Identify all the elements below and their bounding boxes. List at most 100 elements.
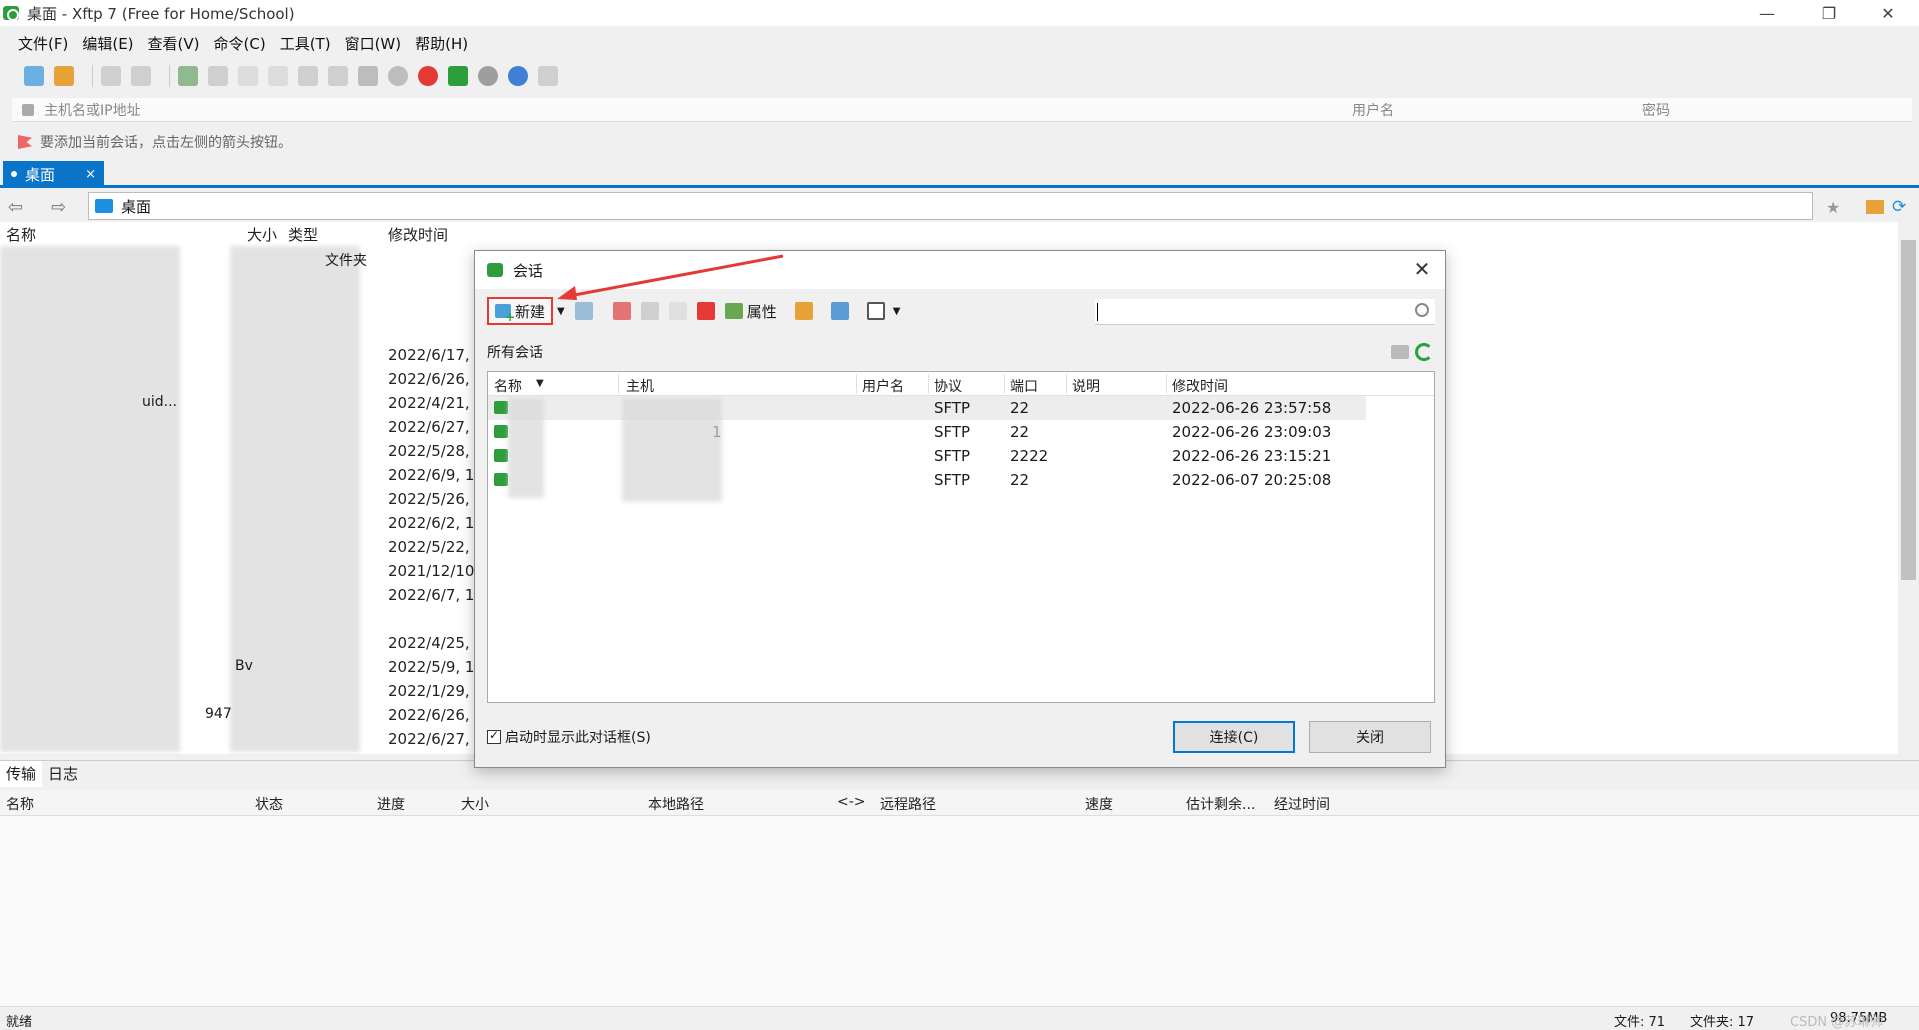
transfer-col-eta[interactable]: 估计剩余...: [1186, 794, 1255, 814]
transfer-col-speed[interactable]: 速度: [1085, 794, 1113, 814]
session-icon: [494, 473, 508, 486]
col-size[interactable]: 大小: [247, 222, 277, 246]
file-date: 2021/12/10,: [388, 562, 480, 580]
tab-log[interactable]: 日志: [42, 761, 84, 787]
find-icon[interactable]: [574, 302, 593, 320]
menu-view[interactable]: 查看(V): [148, 33, 200, 54]
help-icon[interactable]: [508, 66, 528, 86]
menu-tools[interactable]: 工具(T): [280, 33, 331, 54]
new-folder-icon[interactable]: [1391, 345, 1409, 359]
col-protocol[interactable]: 协议: [934, 376, 962, 396]
session-port: 2222: [1010, 447, 1049, 465]
host-input[interactable]: 主机名或IP地址: [44, 100, 1364, 120]
csdn-watermark: CSDN @苏琳帅: [1790, 1015, 1884, 1030]
session-row[interactable]: 1 SFTP 22 2022-06-26 23:09:03: [488, 420, 1366, 444]
transfer-col-status[interactable]: 状态: [255, 794, 283, 814]
checkbox-box[interactable]: [487, 728, 501, 744]
close-window-button[interactable]: ✕: [1862, 0, 1914, 26]
tab-close-button[interactable]: ×: [85, 167, 96, 182]
col-host[interactable]: 主机: [626, 376, 654, 396]
new-file-icon[interactable]: [178, 66, 198, 86]
refresh-icon[interactable]: [1415, 343, 1433, 361]
forward-arrow-icon[interactable]: ⇨: [51, 197, 66, 218]
path-input[interactable]: 桌面: [88, 192, 1813, 220]
transfer-col-progress[interactable]: 进度: [377, 794, 405, 814]
session-row[interactable]: SFTP 22 2022-06-07 20:25:08: [488, 468, 1366, 492]
view-mode-icon[interactable]: [866, 302, 885, 320]
close-button[interactable]: 关闭: [1309, 721, 1431, 753]
view-dropdown-icon[interactable]: ▼: [893, 306, 901, 317]
session-modified: 2022-06-26 23:15:21: [1172, 447, 1332, 465]
xshell-icon[interactable]: [418, 66, 438, 86]
delete-icon[interactable]: [696, 302, 715, 320]
transfer-col-elapsed[interactable]: 经过时间: [1274, 794, 1330, 814]
new-session-button[interactable]: 新建: [487, 297, 554, 325]
restore-button[interactable]: ❐: [1803, 0, 1855, 26]
blurred-names: [0, 246, 180, 752]
session-row[interactable]: SFTP 22 2022-06-26 23:57:58: [488, 396, 1366, 420]
globe-icon[interactable]: [388, 66, 408, 86]
new-dropdown-icon[interactable]: ▼: [557, 306, 565, 317]
show-on-startup-checkbox[interactable]: 启动时显示此对话框(S): [487, 727, 651, 747]
session-row[interactable]: SFTP 2222 2022-06-26 23:15:21: [488, 444, 1366, 468]
connect-icon[interactable]: [101, 66, 121, 86]
status-text: 就绪: [6, 1015, 33, 1030]
chat-icon[interactable]: [538, 66, 558, 86]
new-session-icon[interactable]: [24, 66, 44, 86]
col-user[interactable]: 用户名: [862, 376, 904, 396]
col-name[interactable]: 名称: [6, 222, 36, 246]
bookmark-star-icon[interactable]: ★: [1826, 198, 1840, 217]
copy-icon[interactable]: [328, 66, 348, 86]
menu-window[interactable]: 窗口(W): [345, 33, 402, 54]
folder-icon[interactable]: [794, 302, 813, 320]
minimize-button[interactable]: —: [1741, 0, 1793, 26]
disconnect-icon[interactable]: [131, 66, 151, 86]
transfer-col-name[interactable]: 名称: [6, 794, 34, 814]
gear-icon[interactable]: [478, 66, 498, 86]
copy-icon[interactable]: [640, 302, 659, 320]
transfer-icon[interactable]: [298, 66, 318, 86]
transfer-col-local[interactable]: 本地路径: [648, 794, 704, 814]
refresh-icon[interactable]: ⟳: [1892, 197, 1906, 217]
shortcut-icon[interactable]: [830, 302, 849, 320]
password-input[interactable]: 密码: [1642, 100, 1670, 120]
scrollbar-thumb[interactable]: [1901, 240, 1916, 580]
session-list: 名称 ▼ 主机 用户名 协议 端口 说明 修改时间 SFTP 22 2022-0…: [487, 371, 1435, 703]
search-icon[interactable]: [1415, 303, 1429, 317]
col-modified[interactable]: 修改时间: [1172, 376, 1228, 396]
file-date: 2022/5/22, 1: [388, 538, 484, 556]
tab-desktop[interactable]: 桌面 ×: [3, 161, 104, 187]
file-list-scrollbar[interactable]: [1898, 222, 1919, 754]
tab-transfer[interactable]: 传输: [0, 760, 43, 787]
back-arrow-icon[interactable]: ⇦: [8, 197, 23, 218]
xftp-icon[interactable]: [448, 66, 468, 86]
transfer-col-size[interactable]: 大小: [461, 794, 489, 814]
col-type[interactable]: 类型: [288, 222, 318, 246]
file-date: 2022/4/25, 1: [388, 634, 484, 652]
col-modified[interactable]: 修改时间: [388, 222, 448, 246]
menu-help[interactable]: 帮助(H): [415, 33, 468, 54]
document2-icon[interactable]: [268, 66, 288, 86]
paste-icon[interactable]: [358, 66, 378, 86]
dialog-search-input[interactable]: [1095, 299, 1435, 325]
col-port[interactable]: 端口: [1010, 376, 1038, 396]
document-icon[interactable]: [238, 66, 258, 86]
connect-button[interactable]: 连接(C): [1173, 721, 1295, 753]
cut-icon[interactable]: [612, 302, 631, 320]
menu-edit[interactable]: 编辑(E): [82, 33, 133, 54]
home-folder-icon[interactable]: [1866, 200, 1884, 214]
col-desc[interactable]: 说明: [1072, 376, 1100, 396]
dialog-close-button[interactable]: ✕: [1409, 257, 1435, 283]
user-input[interactable]: 用户名: [1352, 100, 1394, 120]
transfer-col-remote[interactable]: 远程路径: [880, 794, 936, 814]
session-port: 22: [1010, 399, 1030, 417]
transfer-col-direction[interactable]: <->: [837, 794, 866, 810]
paste-icon[interactable]: [668, 302, 687, 320]
title-bar: 桌面 - Xftp 7 (Free for Home/School) — ❐ ✕: [0, 0, 1919, 26]
open-folder-icon[interactable]: [54, 66, 74, 86]
view-icon[interactable]: [208, 66, 228, 86]
col-name[interactable]: 名称: [494, 376, 522, 396]
menu-file[interactable]: 文件(F): [18, 33, 68, 54]
menu-command[interactable]: 命令(C): [214, 33, 266, 54]
file-date: 2022/5/28, 1: [388, 442, 484, 460]
